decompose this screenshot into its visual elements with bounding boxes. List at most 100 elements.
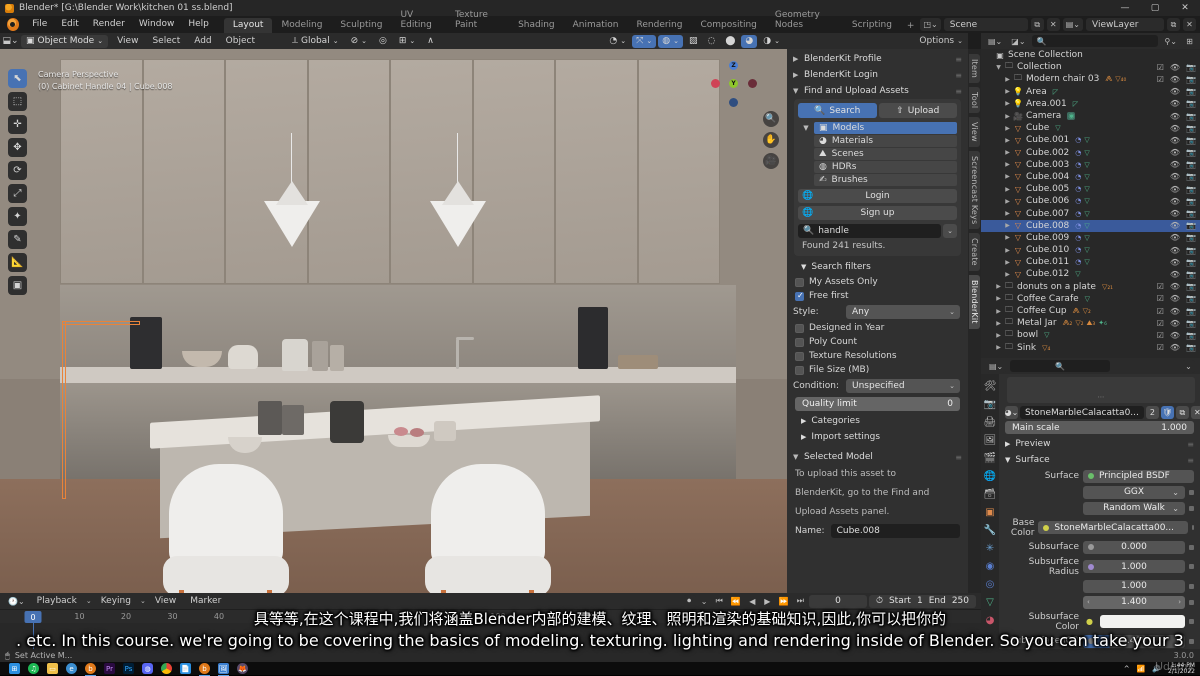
- expand-toggle-icon[interactable]: ▶: [994, 283, 1003, 290]
- blender-icon[interactable]: b: [85, 663, 96, 676]
- search-tab-button[interactable]: 🔍 Search: [798, 103, 877, 118]
- checkbox-icon[interactable]: [795, 365, 804, 375]
- eye-icon[interactable]: 👁: [1170, 209, 1180, 218]
- particles-icon[interactable]: ✳: [986, 543, 994, 554]
- checkbox-icon[interactable]: [795, 337, 804, 347]
- proportional-edit-toggle[interactable]: ◎: [375, 35, 391, 48]
- expand-toggle-icon[interactable]: ▶: [1003, 161, 1012, 168]
- filter-designed-in-year[interactable]: Designed in Year: [787, 321, 968, 335]
- jump-to-end-button[interactable]: ⏭: [794, 595, 807, 608]
- subsurface-radius-z[interactable]: ‹ 1.400 ›: [1083, 595, 1185, 609]
- subsurface-value[interactable]: 0.000: [1083, 540, 1185, 554]
- outliner-row[interactable]: ▶ 🗀 Sink ▽₄ ☑ 👁 📷: [981, 342, 1200, 354]
- eye-icon[interactable]: 👁: [1170, 221, 1180, 230]
- viewlayer-icon[interactable]: 🖼: [984, 435, 997, 446]
- blender-icon[interactable]: b: [199, 663, 210, 676]
- outliner-row[interactable]: ▶ ▽ Cube.005 ◔ ▽ 👁 📷: [981, 183, 1200, 195]
- checkbox-icon[interactable]: [795, 277, 804, 287]
- expand-toggle-icon[interactable]: ▶: [1003, 137, 1012, 144]
- camera-render-icon[interactable]: 📷: [1186, 319, 1196, 328]
- tool-icon[interactable]: 🛠: [984, 381, 997, 392]
- expand-toggle-icon[interactable]: ▶: [1003, 234, 1012, 241]
- scene-name-field[interactable]: Scene: [943, 18, 1028, 31]
- tweak-tool[interactable]: ⬉: [8, 69, 27, 88]
- blenderkit-login-button[interactable]: 🌐 Login: [798, 189, 957, 203]
- xray-toggle[interactable]: ▧: [685, 35, 702, 48]
- asset-type-brushes[interactable]: ✍ Brushes: [814, 174, 957, 186]
- jump-to-prev-keyframe-button[interactable]: ⏪: [728, 595, 744, 608]
- play-reverse-button[interactable]: ◀: [746, 595, 759, 608]
- discord-icon[interactable]: ◍: [142, 663, 153, 674]
- expand-toggle-icon[interactable]: ▶: [1003, 247, 1012, 254]
- outliner-row[interactable]: ▶ ▽ Cube ▽ 👁 📷: [981, 122, 1200, 134]
- expand-toggle-icon[interactable]: ▶: [1003, 173, 1012, 180]
- premiere-pro-icon[interactable]: Pr: [104, 663, 115, 674]
- asset-type-scenes[interactable]: ⛰ Scenes: [814, 148, 957, 160]
- menu-file[interactable]: File: [25, 16, 54, 33]
- tab-texture-paint[interactable]: Texture Paint: [446, 8, 509, 33]
- expand-toggle-icon[interactable]: ▶: [994, 308, 1003, 315]
- move-tool[interactable]: ✥: [8, 138, 27, 157]
- eye-icon[interactable]: 👁: [1170, 246, 1180, 255]
- checkbox-icon[interactable]: ☑: [1157, 75, 1164, 84]
- photoshop-icon[interactable]: Ps: [123, 663, 134, 674]
- measure-tool[interactable]: 📐: [8, 253, 27, 272]
- eye-icon[interactable]: 👁: [1170, 124, 1180, 133]
- new-scene-button[interactable]: ⧉: [1030, 18, 1044, 31]
- jump-to-next-keyframe-button[interactable]: ⏩: [776, 595, 792, 608]
- annotate-tool[interactable]: ✎: [8, 230, 27, 249]
- add-cube-tool[interactable]: ▣: [8, 276, 27, 295]
- editor-type-icon[interactable]: ▤⌄: [985, 34, 1006, 48]
- rotate-tool[interactable]: ⟳: [8, 161, 27, 180]
- minimize-button[interactable]: —: [1110, 0, 1140, 16]
- timeline-menu-marker[interactable]: Marker: [185, 596, 226, 606]
- new-viewlayer-button[interactable]: ⧉: [1167, 18, 1180, 31]
- show-hidden-icons-chevron[interactable]: ^: [1124, 665, 1130, 673]
- animate-property-icon[interactable]: [1192, 525, 1194, 530]
- expand-toggle-icon[interactable]: ▶: [994, 332, 1003, 339]
- camera-render-icon[interactable]: 📷: [1186, 136, 1196, 145]
- play-button[interactable]: ▶: [761, 595, 774, 608]
- filter-icon[interactable]: ⚲⌄: [1161, 34, 1180, 48]
- frame-range-fields[interactable]: ⏱ Start 1 End 250: [868, 594, 976, 608]
- expand-toggle-icon[interactable]: ▶: [1003, 88, 1012, 95]
- expand-toggle-icon[interactable]: ▶: [1003, 76, 1012, 83]
- gizmo-axis-y[interactable]: Y: [729, 79, 738, 88]
- browse-material-icon[interactable]: ◕⌄: [1005, 406, 1018, 419]
- animate-property-icon[interactable]: [1189, 505, 1194, 511]
- chevron-down-icon[interactable]: ⌄: [1182, 359, 1195, 373]
- fake-user-toggle[interactable]: 🛡: [1160, 406, 1174, 419]
- asset-name-input[interactable]: Cube.008: [830, 524, 960, 538]
- cursor-tool[interactable]: ✛: [8, 115, 27, 134]
- expand-toggle-icon[interactable]: ▶: [994, 295, 1003, 302]
- blender-logo-icon[interactable]: [7, 18, 20, 31]
- checkbox-icon[interactable]: ☑: [1157, 319, 1164, 328]
- filter-file-size[interactable]: File Size (MB): [787, 363, 968, 377]
- network-icon[interactable]: 📶: [1137, 665, 1146, 673]
- current-frame-field[interactable]: 0: [808, 594, 867, 608]
- blenderkit-profile-section[interactable]: ▶ BlenderKit Profile ≡: [787, 51, 968, 67]
- shading-wireframe-button[interactable]: ◌: [703, 35, 719, 48]
- expand-toggle-icon[interactable]: ▶: [1003, 222, 1012, 229]
- viewport-menu-add[interactable]: Add: [189, 36, 216, 46]
- eye-icon[interactable]: 👁: [1170, 282, 1180, 291]
- asset-type-materials[interactable]: ◕ Materials: [814, 135, 957, 147]
- display-mode-icon[interactable]: ◪⌄: [1008, 34, 1029, 48]
- chevron-left-icon[interactable]: ‹: [1087, 598, 1090, 606]
- asset-type-models[interactable]: ▣ Models: [814, 122, 957, 134]
- eye-icon[interactable]: 👁: [1170, 160, 1180, 169]
- animate-property-icon[interactable]: [1189, 599, 1194, 605]
- outliner-row[interactable]: ▶ ▽ Cube.001 ◔ ▽ 👁 📷: [981, 134, 1200, 146]
- visibility-dropdown[interactable]: ◔ ⌄: [605, 35, 630, 48]
- unlink-material-button[interactable]: ✕: [1190, 406, 1200, 419]
- scale-tool[interactable]: ⤢: [8, 184, 27, 203]
- condition-dropdown[interactable]: Unspecified ⌄: [846, 379, 960, 393]
- world-icon[interactable]: 🌐: [984, 471, 996, 482]
- timeline-menu-view[interactable]: View: [150, 596, 181, 606]
- scene-icon[interactable]: 🎬: [984, 453, 996, 464]
- gizmo-axis-z[interactable]: Z: [729, 61, 738, 70]
- object-mode-dropdown[interactable]: ▣ Object Mode ⌄: [21, 34, 109, 48]
- animate-property-icon[interactable]: [1189, 544, 1194, 550]
- expand-toggle-icon[interactable]: ▶: [994, 320, 1003, 327]
- filter-poly-count[interactable]: Poly Count: [787, 335, 968, 349]
